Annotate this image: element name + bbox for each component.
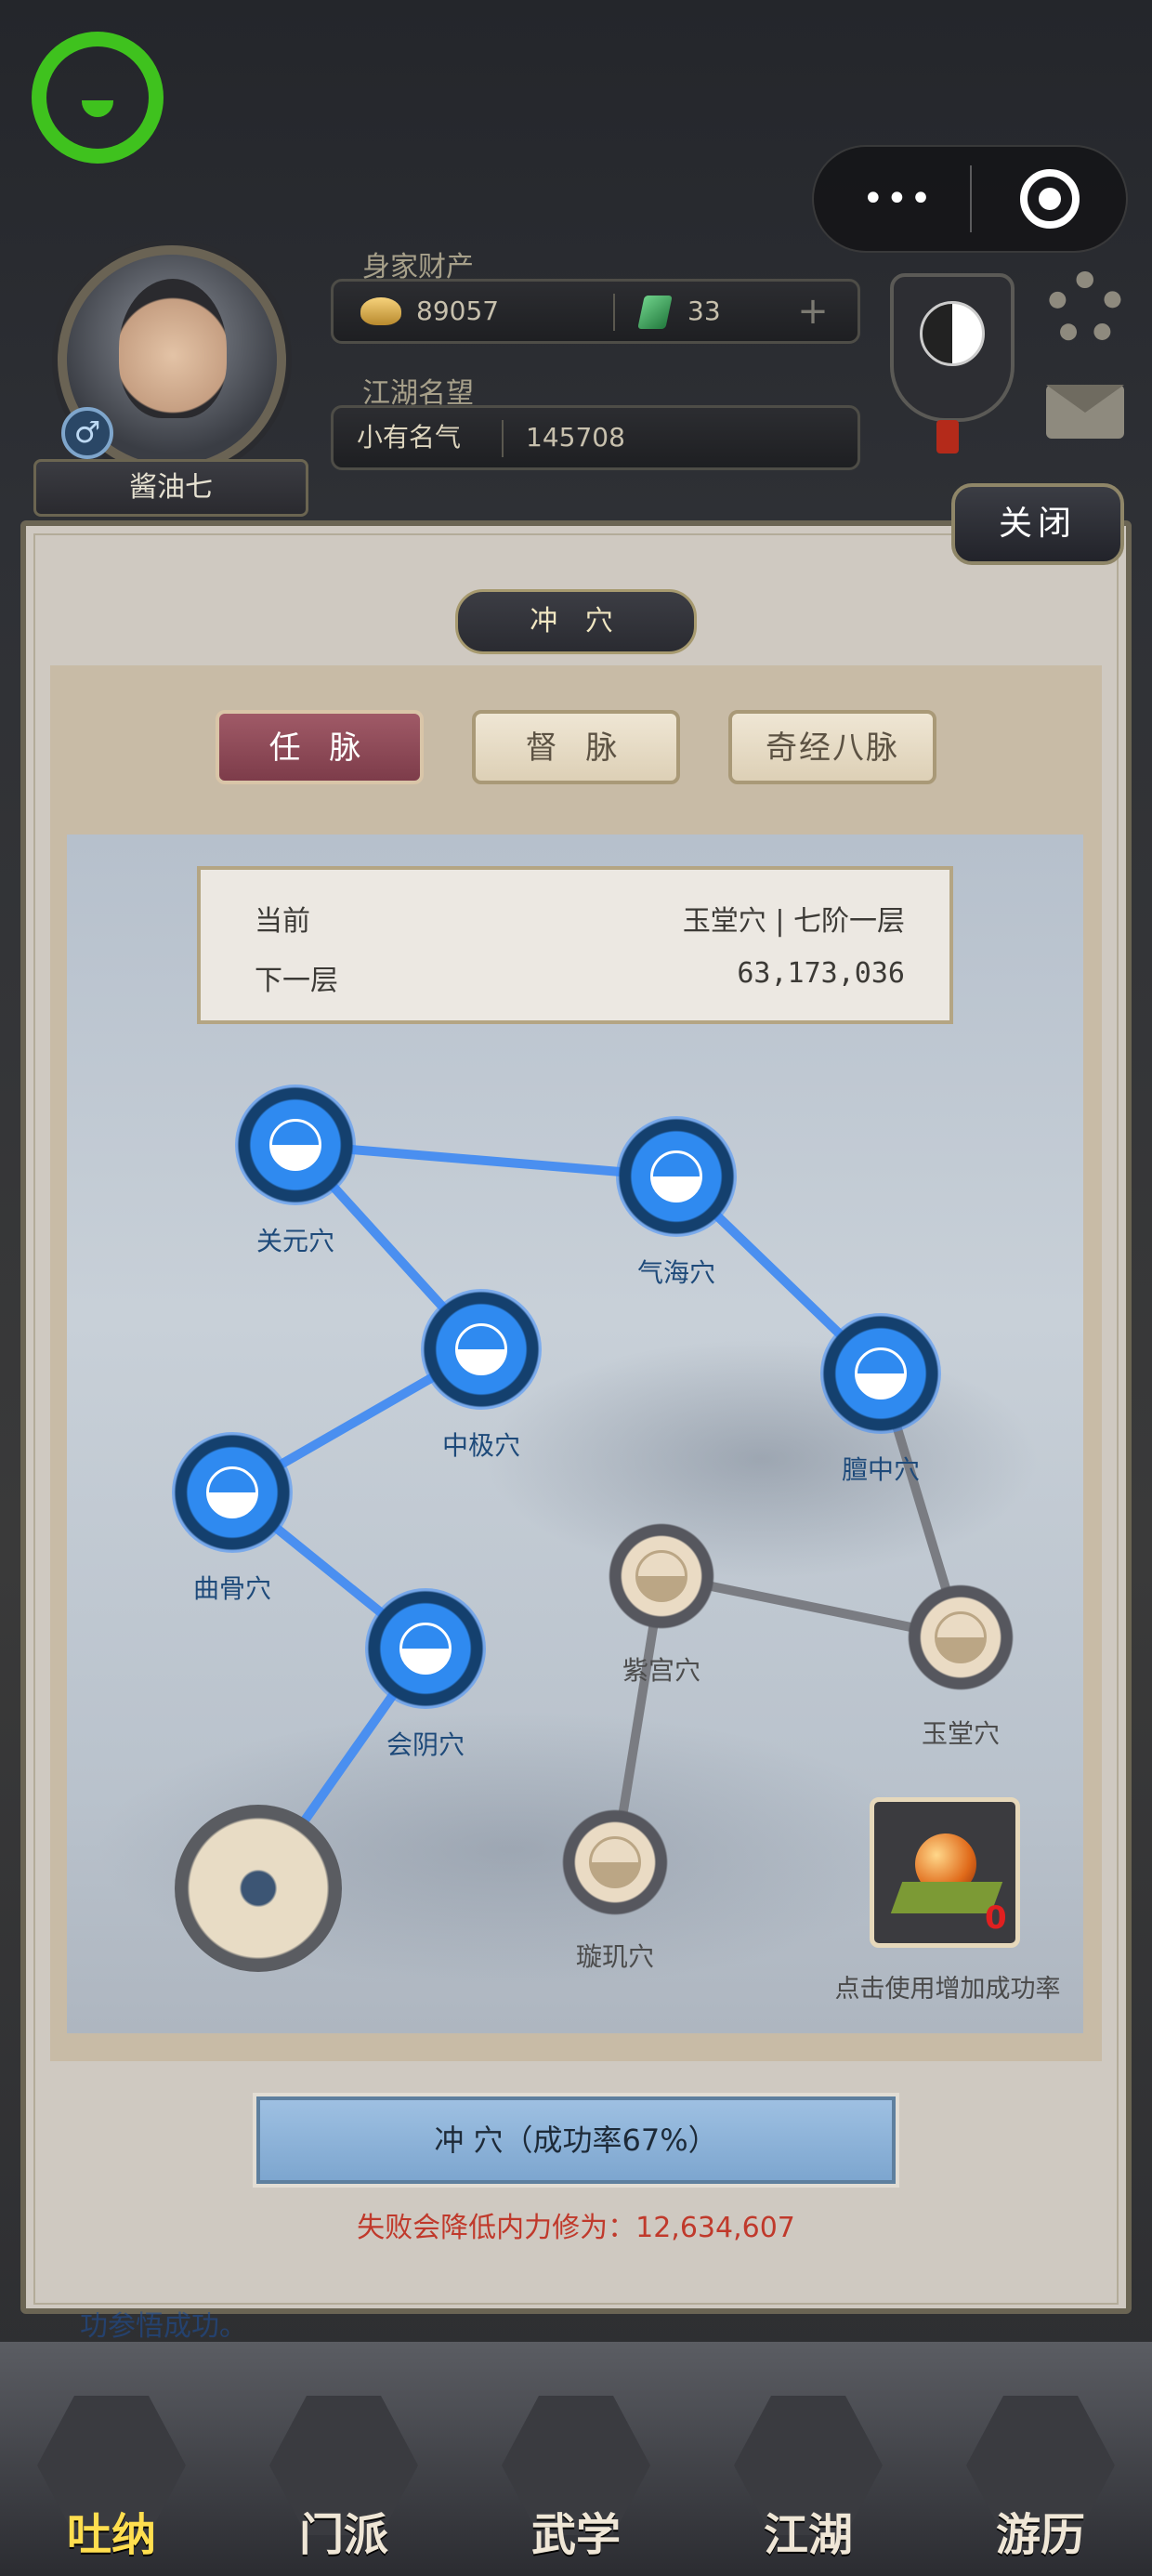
acupoint-label: 会阴穴: [386, 1729, 465, 1760]
acupoint-huiyin[interactable]: [365, 1588, 486, 1709]
acupoint-qihai[interactable]: [616, 1116, 737, 1237]
acupoint-yutang[interactable]: [900, 1577, 1021, 1698]
acupoint-label: 气海穴: [636, 1257, 715, 1288]
yin-yang-icon: [635, 1550, 687, 1602]
nav-tuna[interactable]: 吐纳: [37, 2396, 186, 2561]
meridian-links: [228, 1140, 965, 1891]
yin-yang-icon: [650, 1150, 702, 1203]
acupoint-label: 膻中穴: [841, 1454, 920, 1485]
acupoint-guanyuan[interactable]: [235, 1084, 356, 1205]
nav-youli[interactable]: 游历: [966, 2396, 1115, 2561]
nav-label: 游历: [995, 2509, 1085, 2561]
acupoint-danzhong[interactable]: [820, 1313, 941, 1434]
acupoint-label: 紫宫穴: [622, 1655, 700, 1686]
yin-yang-icon: [855, 1347, 907, 1400]
acupoint-label: 玉堂穴: [921, 1718, 1000, 1749]
yin-yang-icon: [589, 1836, 641, 1888]
acupoint-label: 曲骨穴: [192, 1573, 271, 1604]
nav-label: 吐纳: [66, 2509, 156, 2561]
nav-label: 江湖: [763, 2509, 853, 2561]
yin-yang-icon: [399, 1623, 452, 1675]
acupoint-zigong[interactable]: [601, 1516, 722, 1636]
meridian-origin-sun-icon[interactable]: [175, 1805, 342, 1972]
yin-yang-icon: [206, 1466, 258, 1518]
acupoint-qugu[interactable]: [172, 1432, 293, 1553]
nav-jianghu[interactable]: 江湖: [734, 2396, 883, 2561]
yin-yang-icon: [269, 1119, 321, 1171]
item-count: 0: [985, 1899, 1007, 1937]
nav-label: 门派: [298, 2509, 388, 2561]
fail-warning: 失败会降低内力修为：12,634,607: [357, 2212, 795, 2244]
acupoint-label: 关元穴: [255, 1226, 334, 1256]
yin-yang-icon: [935, 1611, 987, 1663]
background-log-text: 功参悟成功。: [80, 2310, 247, 2343]
acupoint-label: 中极穴: [441, 1430, 520, 1461]
acupoint-zhongji[interactable]: [421, 1289, 542, 1410]
nav-menpai[interactable]: 门派: [269, 2396, 418, 2561]
breach-button[interactable]: 冲 穴（成功率67%）: [256, 2096, 896, 2184]
acupoint-xuanji[interactable]: [555, 1802, 675, 1923]
nav-wuxue[interactable]: 武学: [502, 2396, 650, 2561]
item-hint: 点击使用增加成功率: [834, 1975, 1061, 2004]
nav-label: 武学: [530, 2509, 621, 2561]
acupoint-label: 璇玑穴: [575, 1941, 654, 1972]
yin-yang-icon: [455, 1323, 507, 1375]
